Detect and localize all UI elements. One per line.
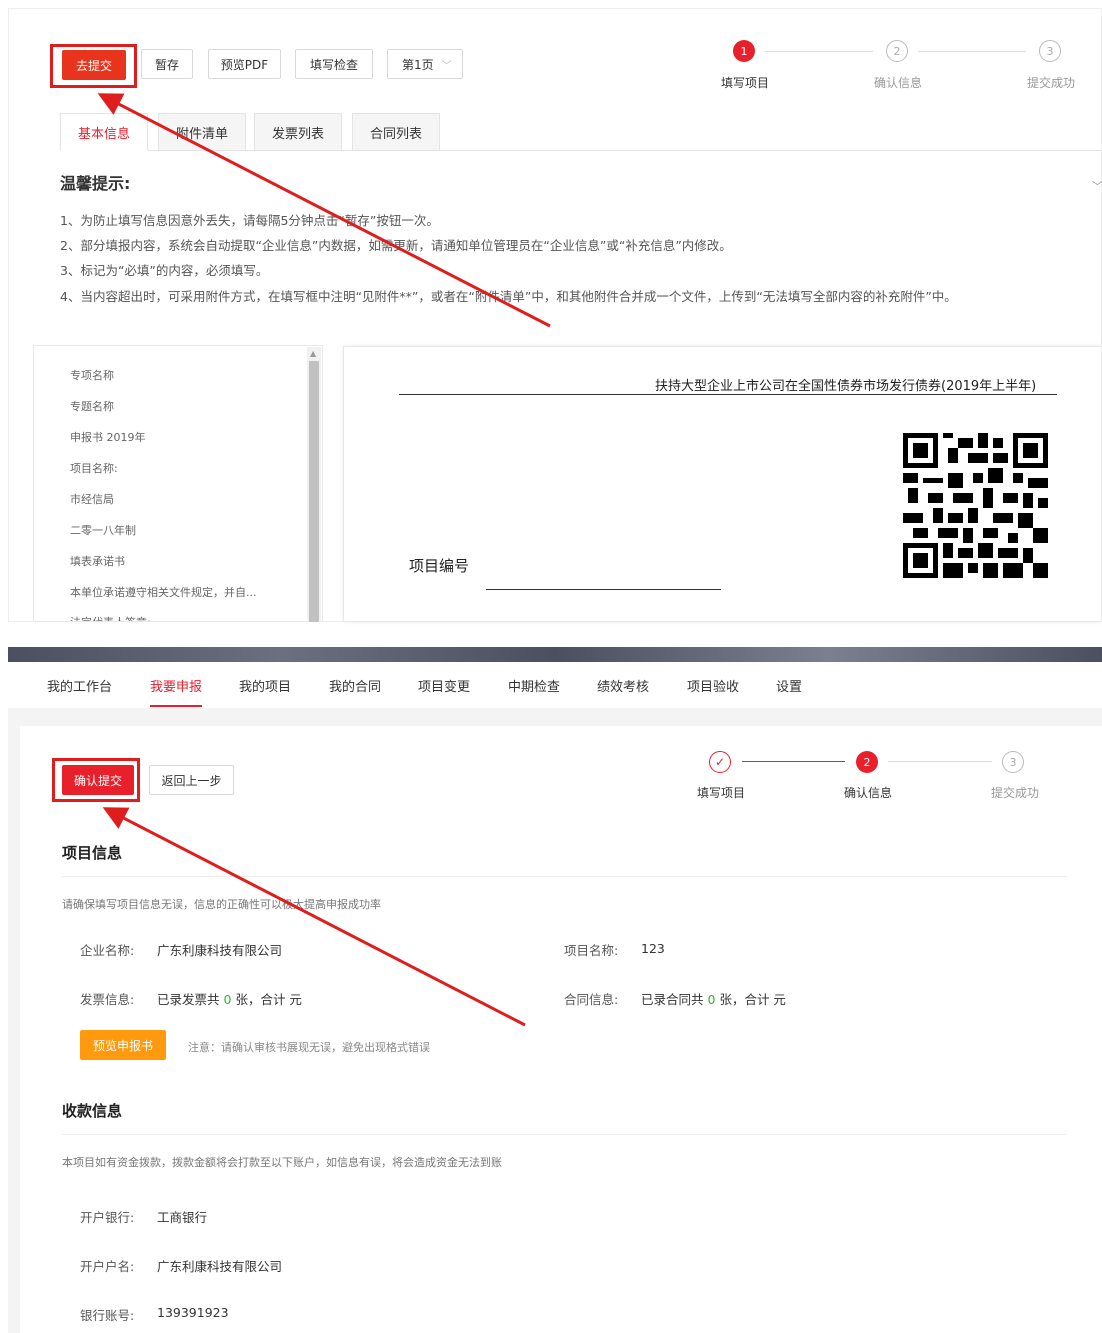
arrow-to-submit [97, 93, 551, 328]
annotation-arrows [97, 93, 551, 1027]
arrow-to-confirm [102, 807, 526, 1027]
